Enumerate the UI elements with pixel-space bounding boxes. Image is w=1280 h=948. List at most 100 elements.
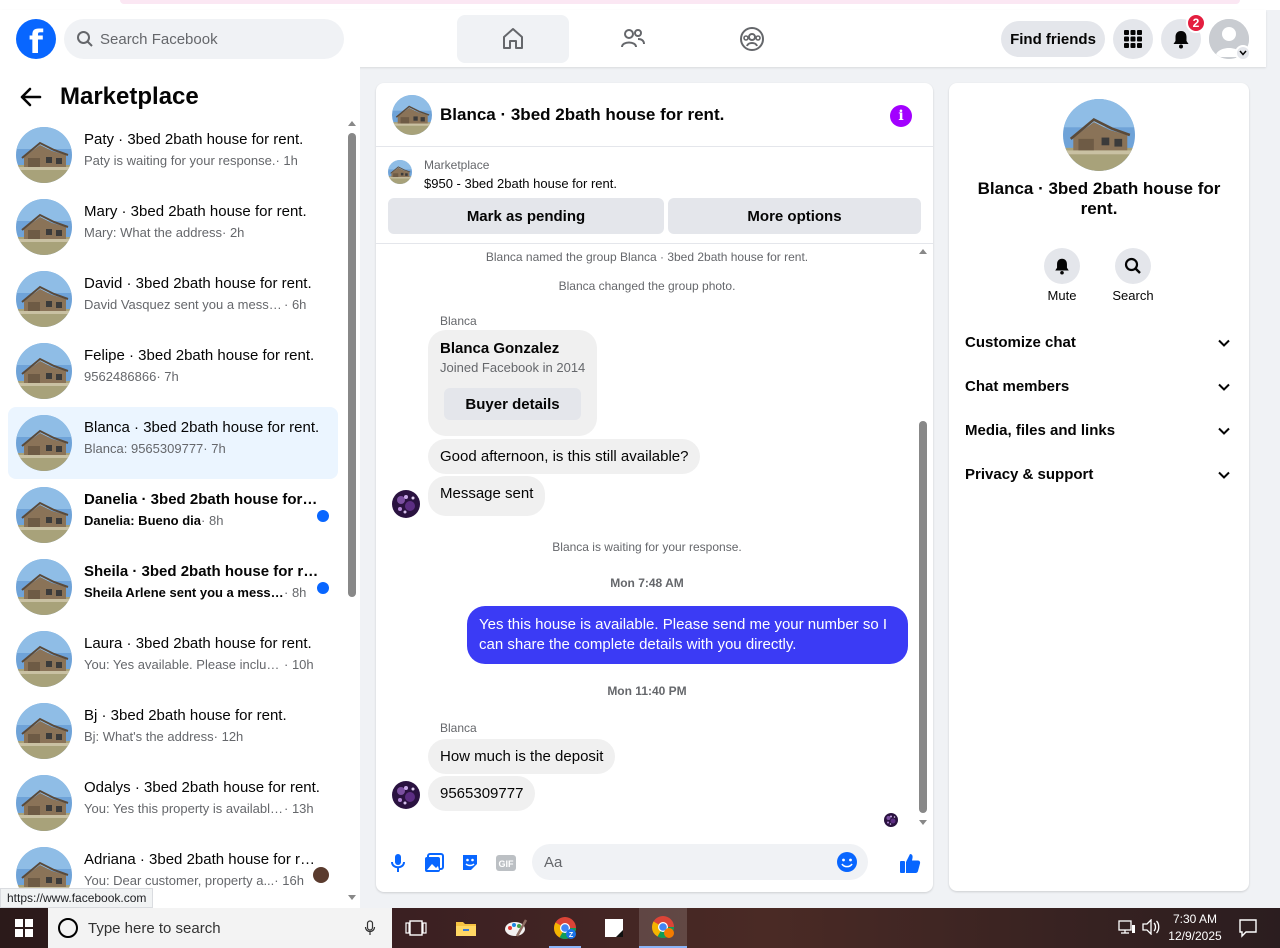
system-message: Blanca changed the group photo. bbox=[558, 279, 736, 293]
conversation-last-message: Sheila Arlene sent you a messag... bbox=[84, 585, 284, 600]
info-section-media-files-and-links[interactable]: Media, files and links bbox=[957, 410, 1241, 454]
system-clock[interactable]: 7:30 AM 12/9/2025 bbox=[1160, 911, 1230, 945]
chat-title[interactable]: Blanca · 3bed 2bath house for rent. bbox=[440, 105, 724, 125]
conversation-last-message: You: Yes available. Please include y... bbox=[84, 657, 284, 672]
conversation-thumbnail bbox=[16, 415, 72, 471]
listing-title[interactable]: $950 - 3bed 2bath house for rent. bbox=[424, 176, 617, 191]
taskbar-search[interactable]: Type here to search bbox=[48, 908, 392, 948]
bell-icon bbox=[1055, 258, 1069, 275]
gif-icon[interactable]: GIF bbox=[494, 851, 518, 875]
buyer-profile-card: Blanca Gonzalez Joined Facebook in 2014 … bbox=[428, 330, 597, 436]
marketplace-sidebar: Marketplace Paty · 3bed 2bath house for … bbox=[0, 67, 360, 908]
info-title: Blanca · 3bed 2bath house for rent. bbox=[977, 179, 1221, 218]
user-avatar-icon bbox=[392, 781, 420, 809]
task-view-icon[interactable] bbox=[392, 908, 440, 948]
mute-action[interactable]: Mute bbox=[1032, 248, 1092, 303]
chat-scroll-up[interactable] bbox=[919, 249, 927, 254]
info-section-customize-chat[interactable]: Customize chat bbox=[957, 322, 1241, 366]
house-thumbnail-icon bbox=[16, 127, 72, 183]
sender-avatar[interactable] bbox=[392, 781, 420, 809]
microphone-icon[interactable] bbox=[364, 920, 376, 936]
conversation-name: Laura · 3bed 2bath house for rent. bbox=[84, 635, 312, 652]
nav-home[interactable] bbox=[457, 15, 569, 63]
facebook-logo-icon[interactable]: f bbox=[16, 19, 56, 59]
chrome-profile-icon[interactable]: Z bbox=[541, 908, 589, 948]
windows-taskbar: Type here to search Z 7:30 AM 12/9/2025 bbox=[0, 908, 1280, 948]
sticky-notes-icon[interactable] bbox=[590, 908, 638, 948]
sidebar-scroll-up[interactable] bbox=[348, 121, 356, 126]
message-input[interactable] bbox=[544, 844, 824, 880]
chat-scrollbar[interactable] bbox=[919, 421, 927, 813]
conversation-name: Paty · 3bed 2bath house for rent. bbox=[84, 131, 304, 148]
conversation-item[interactable]: Danelia · 3bed 2bath house for rent. Dane… bbox=[8, 479, 338, 551]
search-box[interactable] bbox=[64, 19, 344, 59]
conversation-last-message: You: Yes this property is available. ... bbox=[84, 801, 284, 816]
buyer-name: Blanca Gonzalez bbox=[440, 340, 560, 357]
nav-groups[interactable] bbox=[696, 15, 808, 63]
sidebar-scroll-down[interactable] bbox=[348, 895, 356, 900]
browser-strip bbox=[0, 0, 1280, 10]
conversation-item[interactable]: Odalys · 3bed 2bath house for rent. You: … bbox=[8, 767, 338, 839]
action-center-icon[interactable] bbox=[1238, 918, 1258, 938]
conversation-item[interactable]: Sheila · 3bed 2bath house for rent. Sheil… bbox=[8, 551, 338, 623]
back-arrow-icon[interactable] bbox=[20, 87, 42, 107]
conversation-item[interactable]: Paty · 3bed 2bath house for rent. Paty is… bbox=[8, 119, 338, 191]
microphone-icon[interactable] bbox=[386, 851, 410, 875]
emoji-icon[interactable] bbox=[836, 851, 858, 873]
sender-name: Blanca bbox=[440, 314, 477, 328]
conversation-item[interactable]: David · 3bed 2bath house for rent. David … bbox=[8, 263, 338, 335]
sticker-icon[interactable] bbox=[458, 851, 482, 875]
conversation-time: · 6h bbox=[284, 297, 307, 312]
incoming-message: 9565309777 bbox=[428, 776, 536, 811]
conversation-item[interactable]: Blanca · 3bed 2bath house for rent. Blanc… bbox=[8, 407, 338, 479]
conversation-time: · 1h bbox=[275, 153, 298, 168]
incoming-message: How much is the deposit bbox=[428, 739, 616, 774]
conversation-item[interactable]: Bj · 3bed 2bath house for rent. Bj: What'… bbox=[8, 695, 338, 767]
volume-icon[interactable] bbox=[1142, 919, 1160, 935]
house-thumbnail-icon bbox=[16, 415, 72, 471]
find-friends-button[interactable]: Find friends bbox=[1001, 21, 1105, 57]
photo-icon[interactable] bbox=[422, 851, 446, 875]
info-section-privacy-support[interactable]: Privacy & support bbox=[957, 454, 1241, 498]
account-menu-chevron-icon[interactable] bbox=[1235, 45, 1251, 61]
chrome-active-icon[interactable] bbox=[639, 908, 687, 948]
start-button[interactable] bbox=[0, 908, 48, 948]
paint-app-icon[interactable] bbox=[492, 908, 540, 948]
conversation-name: Blanca · 3bed 2bath house for rent. bbox=[84, 419, 320, 436]
sender-avatar[interactable] bbox=[392, 490, 420, 518]
message-input-box[interactable] bbox=[532, 844, 868, 880]
conversation-item[interactable]: Felipe · 3bed 2bath house for rent. 95624… bbox=[8, 335, 338, 407]
conversation-last-message: Blanca: 9565309777 bbox=[84, 441, 204, 456]
thumbs-up-icon[interactable] bbox=[898, 851, 922, 875]
home-icon bbox=[503, 28, 523, 49]
network-icon[interactable] bbox=[1118, 919, 1136, 935]
search-input[interactable] bbox=[100, 19, 336, 59]
mark-as-pending-button[interactable]: Mark as pending bbox=[388, 198, 664, 234]
search-action[interactable]: Search bbox=[1103, 248, 1163, 303]
conversation-name: David · 3bed 2bath house for rent. bbox=[84, 275, 312, 292]
conversation-time: · 7h bbox=[203, 441, 226, 456]
house-thumbnail-icon bbox=[16, 703, 72, 759]
nav-friends[interactable] bbox=[577, 15, 689, 63]
conversation-thumbnail bbox=[16, 343, 72, 399]
search-icon bbox=[1124, 257, 1141, 274]
menu-button[interactable] bbox=[1113, 19, 1153, 59]
file-explorer-icon[interactable] bbox=[442, 908, 490, 948]
conversation-item[interactable]: Laura · 3bed 2bath house for rent. You: Y… bbox=[8, 623, 338, 695]
buyer-details-button[interactable]: Buyer details bbox=[444, 388, 581, 420]
chat-header-thumbnail[interactable] bbox=[392, 95, 432, 135]
incoming-message: Good afternoon, is this still available? bbox=[428, 439, 701, 474]
timestamp: Mon 11:40 PM bbox=[607, 684, 687, 698]
chat-scroll-down[interactable] bbox=[919, 820, 927, 825]
info-section-chat-members[interactable]: Chat members bbox=[957, 366, 1241, 410]
browser-highlight bbox=[120, 0, 1240, 4]
group-photo[interactable] bbox=[1063, 99, 1135, 171]
sidebar-scrollbar[interactable] bbox=[348, 133, 356, 597]
conversation-item[interactable]: Mary · 3bed 2bath house for rent. Mary: W… bbox=[8, 191, 338, 263]
info-icon[interactable]: i bbox=[890, 105, 912, 127]
listing-thumbnail[interactable] bbox=[388, 160, 412, 184]
conversation-preview: Paty is waiting for your response. · 1h bbox=[84, 153, 324, 168]
conversation-last-message: 9562486866 bbox=[84, 369, 157, 384]
more-options-button[interactable]: More options bbox=[668, 198, 921, 234]
notification-badge: 2 bbox=[1186, 13, 1206, 33]
